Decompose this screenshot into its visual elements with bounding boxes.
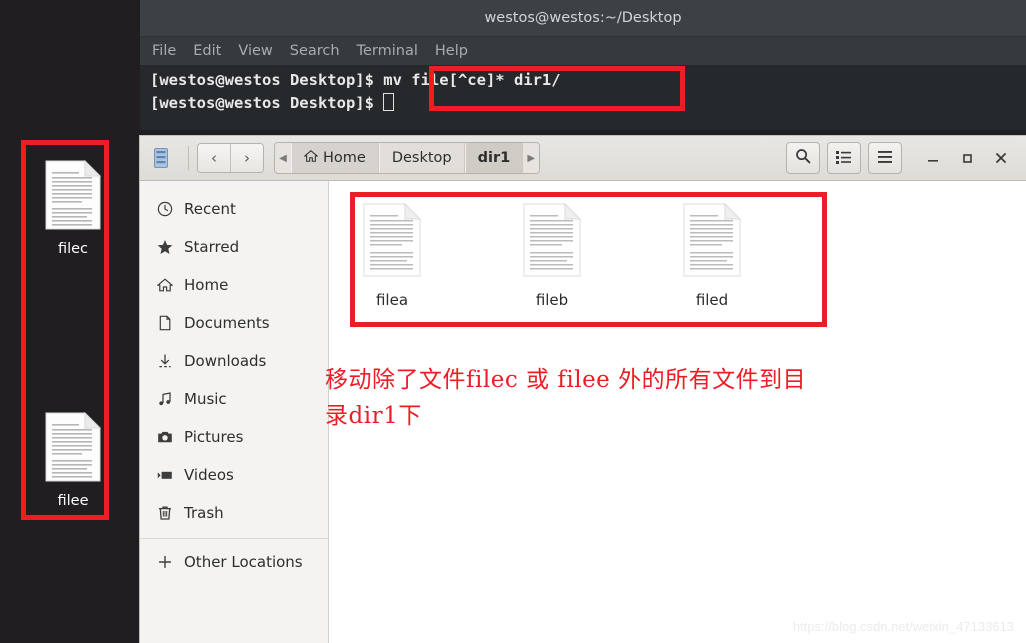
camera-icon [156, 429, 173, 446]
sidebar-item-music[interactable]: Music [140, 380, 328, 418]
terminal-prompt: [westos@westos Desktop]$ [150, 94, 384, 112]
trash-icon [156, 505, 173, 522]
document-icon [351, 202, 433, 281]
back-button[interactable]: ‹ [198, 144, 230, 172]
document-icon [30, 159, 116, 234]
nav-button-group: ‹ › [197, 143, 264, 173]
terminal-window[interactable]: westos@westos:~/Desktop File Edit View S… [140, 0, 1026, 130]
sidebar-item-label: Downloads [184, 352, 267, 370]
sidebar-item-starred[interactable]: Starred [140, 228, 328, 266]
download-icon [156, 353, 173, 370]
files-app-icon [148, 145, 174, 171]
terminal-titlebar: westos@westos:~/Desktop [140, 0, 1026, 37]
document-icon [30, 411, 116, 486]
sidebar-item-label: Music [184, 390, 227, 408]
document-icon [671, 202, 753, 281]
sidebar-item-pictures[interactable]: Pictures [140, 418, 328, 456]
sidebar-item-label: Home [184, 276, 229, 294]
menu-file[interactable]: File [152, 43, 176, 59]
desktop-icon-label: filee [57, 493, 89, 509]
breadcrumb-scroll-left[interactable]: ◀ [275, 143, 291, 173]
file-item-label: fileb [535, 291, 569, 309]
terminal-output[interactable]: [westos@westos Desktop]$ mv file[^ce]* d… [140, 65, 1026, 115]
sidebar-item-label: Videos [184, 466, 234, 484]
breadcrumb: ◀ Home Desktop dir1 ▶ [274, 142, 541, 174]
terminal-line: [westos@westos Desktop]$ [150, 92, 1026, 115]
breadcrumb-item-desktop[interactable]: Desktop [378, 143, 465, 173]
sidebar-item-home[interactable]: Home [140, 266, 328, 304]
sidebar-item-videos[interactable]: Videos [140, 456, 328, 494]
sidebar-item-recent[interactable]: Recent [140, 190, 328, 228]
forward-button[interactable]: › [230, 144, 263, 172]
sidebar-item-label: Other Locations [184, 553, 303, 571]
terminal-prompt: [westos@westos Desktop]$ [150, 71, 384, 89]
home-icon [303, 149, 319, 167]
search-button[interactable] [786, 142, 820, 174]
desktop-icon-label: filec [57, 241, 89, 257]
close-button[interactable] [984, 143, 1018, 173]
music-note-icon [156, 391, 173, 408]
menu-view[interactable]: View [238, 43, 272, 59]
menu-help[interactable]: Help [435, 43, 468, 59]
list-view-icon [836, 149, 852, 168]
sidebar: Recent Starred Home Documents Downloads … [140, 181, 329, 643]
sidebar-item-label: Pictures [184, 428, 244, 446]
maximize-button[interactable] [950, 143, 984, 173]
search-icon [795, 148, 811, 168]
video-icon [156, 467, 173, 484]
window-controls [916, 143, 1018, 173]
breadcrumb-item-home[interactable]: Home [291, 143, 379, 173]
terminal-menubar[interactable]: File Edit View Search Terminal Help [140, 37, 1026, 65]
breadcrumb-label: Desktop [391, 150, 452, 166]
file-manager-headerbar: ‹ › ◀ Home Desktop dir1 ▶ [140, 136, 1026, 181]
menu-search[interactable]: Search [290, 43, 340, 59]
menu-terminal[interactable]: Terminal [357, 43, 418, 59]
sidebar-item-label: Trash [184, 504, 224, 522]
file-item-filed[interactable]: filed [671, 202, 753, 309]
minimize-button[interactable] [916, 143, 950, 173]
breadcrumb-label: dir1 [477, 150, 511, 166]
sidebar-item-label: Starred [184, 238, 240, 256]
plus-icon [156, 554, 173, 571]
hamburger-menu-icon [877, 149, 893, 168]
document-icon [511, 202, 593, 281]
file-item-label: filea [375, 291, 409, 309]
view-list-button[interactable] [827, 142, 861, 174]
sidebar-item-documents[interactable]: Documents [140, 304, 328, 342]
menu-button[interactable] [868, 142, 902, 174]
breadcrumb-scroll-right[interactable]: ▶ [523, 143, 540, 173]
file-grid: filea fileb filed [329, 181, 1026, 309]
star-icon [156, 239, 173, 256]
annotation-text-line2: 录dir1下 [325, 403, 422, 429]
sidebar-item-other-locations[interactable]: Other Locations [140, 543, 328, 581]
sidebar-item-downloads[interactable]: Downloads [140, 342, 328, 380]
breadcrumb-item-dir1[interactable]: dir1 [464, 143, 524, 173]
terminal-cursor [383, 93, 395, 111]
desktop-icon-filee[interactable]: filee [30, 411, 116, 509]
watermark: https://blog.csdn.net/weixin_47133613 [792, 619, 1014, 634]
sidebar-item-label: Documents [184, 314, 270, 332]
annotation-text: 移动除了文件filec 或 filee 外的所有文件到目 录dir1下 [325, 362, 1005, 434]
toolbar-divider [188, 146, 189, 170]
file-item-fileb[interactable]: fileb [511, 202, 593, 309]
document-icon [156, 315, 173, 332]
sidebar-item-label: Recent [184, 200, 236, 218]
terminal-title: westos@westos:~/Desktop [484, 10, 682, 26]
terminal-command: mv file[^ce]* dir1/ [383, 71, 561, 89]
home-icon [156, 277, 173, 294]
menu-edit[interactable]: Edit [193, 43, 221, 59]
breadcrumb-label: Home [323, 150, 366, 166]
sidebar-divider [140, 538, 328, 539]
file-item-label: filed [695, 291, 729, 309]
annotation-text-line1: 移动除了文件filec 或 filee 外的所有文件到目 [325, 367, 807, 393]
clock-icon [156, 201, 173, 218]
terminal-line: [westos@westos Desktop]$ mv file[^ce]* d… [150, 69, 1026, 92]
desktop-icon-filec[interactable]: filec [30, 159, 116, 257]
file-item-filea[interactable]: filea [351, 202, 433, 309]
sidebar-item-trash[interactable]: Trash [140, 494, 328, 532]
